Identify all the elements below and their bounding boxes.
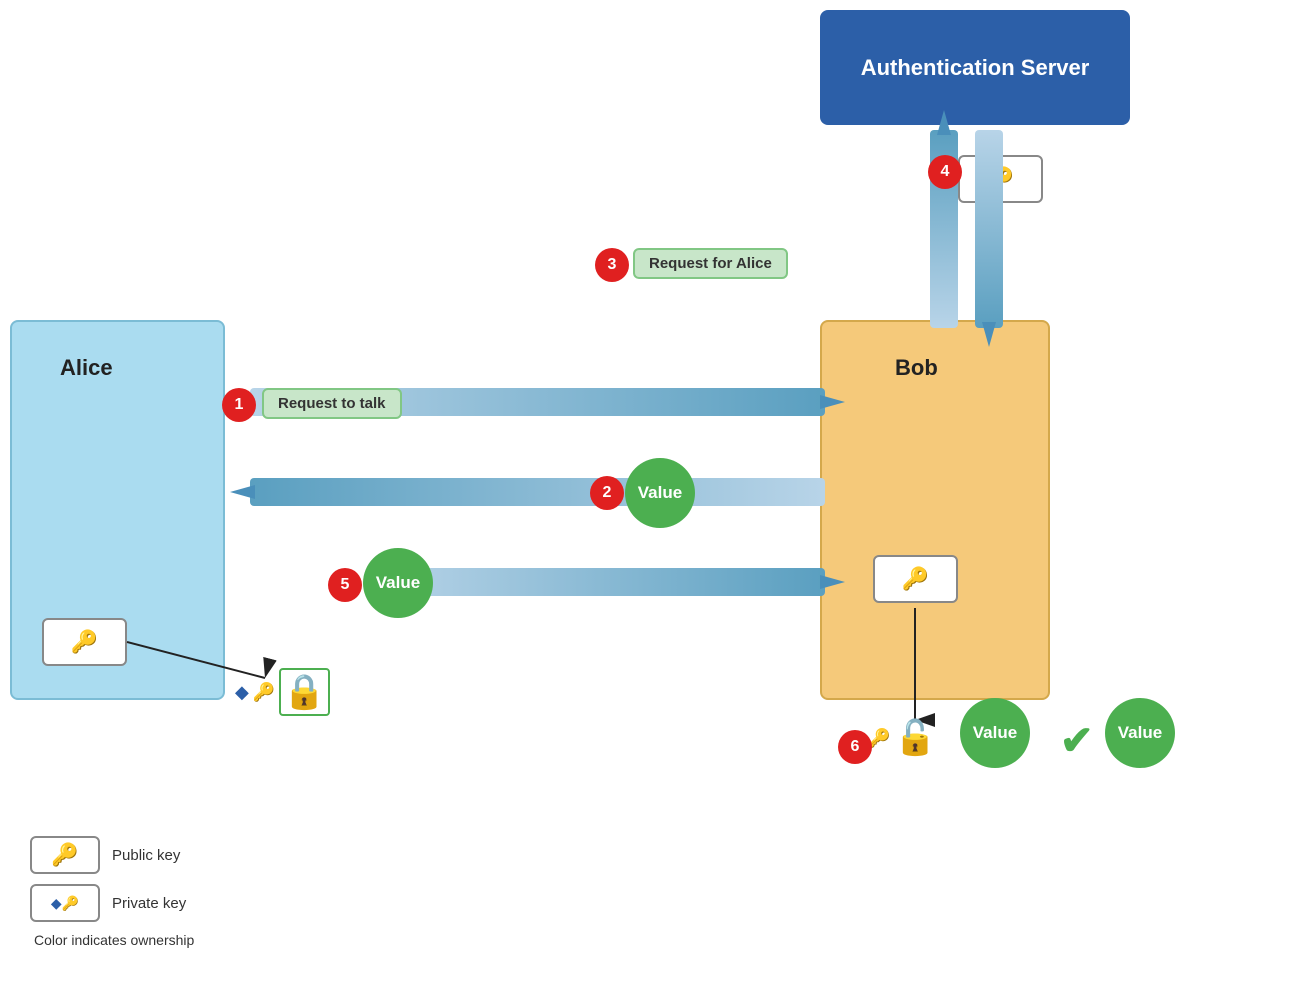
legend-public-key-icon: 🔑 <box>30 836 100 874</box>
alice-label: Alice <box>60 355 113 381</box>
private-key-diamond-icon: ◆ <box>235 682 249 703</box>
auth-server-key-icon: 🔑 <box>958 155 1043 203</box>
step-7-value: Value <box>1105 698 1175 768</box>
auth-server-box: Authentication Server <box>820 10 1130 125</box>
step-3-badge: 3 <box>595 248 629 282</box>
key-small-icon: 🔑 <box>253 682 275 703</box>
auth-server-label: Authentication Server <box>861 55 1090 81</box>
legend: 🔑 Public key ◆🔑 Private key Color indica… <box>30 836 194 948</box>
step-6-value: Value <box>960 698 1030 768</box>
step-2-badge: 2 <box>590 476 624 510</box>
step-2-value: Value <box>625 458 695 528</box>
step-5-encrypt: ◆ 🔑 🔒 <box>235 668 330 716</box>
step-5-value: Value <box>363 548 433 618</box>
legend-public-key-label: Public key <box>112 847 180 864</box>
step-6-badge: 6 <box>838 730 872 764</box>
legend-private-key: ◆🔑 Private key <box>30 884 194 922</box>
step-5-badge: 5 <box>328 568 362 602</box>
step-6-decrypt: 🔑 🔓 <box>868 718 937 758</box>
step-4-badge: 4 <box>928 155 962 189</box>
diagram-container: Authentication Server Alice Bob 🔑 🔑 🔑 <box>0 0 1304 998</box>
step-1-label: Request to talk <box>262 388 402 419</box>
step-7-checkmark-icon: ✔ <box>1060 718 1094 764</box>
legend-private-key-label: Private key <box>112 895 186 912</box>
step-3-label: Request for Alice <box>633 248 788 279</box>
legend-color-note: Color indicates ownership <box>30 932 194 948</box>
bob-public-key-icon: 🔑 <box>873 555 958 603</box>
step-1-badge: 1 <box>222 388 256 422</box>
bob-label: Bob <box>895 355 938 381</box>
padlock-open-icon: 🔓 <box>894 718 936 758</box>
legend-private-key-icon: ◆🔑 <box>30 884 100 922</box>
alice-public-key-icon: 🔑 <box>42 618 127 666</box>
legend-public-key: 🔑 Public key <box>30 836 194 874</box>
padlock-closed-icon: 🔒 <box>279 668 329 716</box>
